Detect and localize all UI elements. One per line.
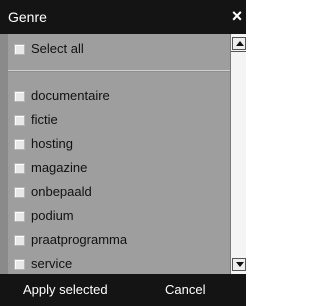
genre-checkbox[interactable] [14,210,25,222]
genre-label: hosting [31,136,73,151]
genre-option-documentaire[interactable]: documentaire [14,85,224,107]
genre-list-panel: Select all documentaire fictie hosting m… [0,34,246,274]
scrollbar-thumb-edge [231,51,246,52]
genre-option-service[interactable]: service [14,253,224,275]
genre-checkbox[interactable] [14,186,25,198]
apply-selected-button[interactable]: Apply selected [23,282,108,298]
scroll-up-button[interactable] [232,37,246,50]
genre-label: magazine [31,160,88,175]
genre-label: praatprogramma [31,232,128,247]
genre-label: service [31,256,73,271]
genre-checkbox[interactable] [14,162,25,174]
chevron-down-icon [236,262,244,267]
chevron-up-icon [236,41,244,46]
select-all-checkbox[interactable] [14,43,25,55]
genre-option-fictie[interactable]: fictie [14,109,224,131]
list-scrollbar[interactable] [230,34,246,274]
dialog-footer: Apply selected Cancel [0,274,246,306]
genre-checkbox[interactable] [14,138,25,150]
genre-checkbox[interactable] [14,258,25,270]
genre-label: podium [31,208,74,223]
cancel-button[interactable]: Cancel [165,282,205,298]
genre-option-podium[interactable]: podium [14,205,224,227]
genre-option-hosting[interactable]: hosting [14,133,224,155]
genre-checkbox[interactable] [14,234,25,246]
panel-edge [0,34,8,274]
genre-checkbox[interactable] [14,90,25,102]
genre-filter-dialog: Genre × Select all documentaire fictie h… [0,0,246,306]
genre-checkbox[interactable] [14,114,25,126]
list-divider [8,70,230,72]
select-all-label: Select all [31,41,84,56]
genre-label: onbepaald [31,184,92,199]
dialog-title: Genre [8,9,47,25]
genre-option-praatprogramma[interactable]: praatprogramma [14,229,224,251]
scroll-down-button[interactable] [232,258,246,271]
select-all-option[interactable]: Select all [14,38,224,60]
genre-label: fictie [31,112,58,127]
close-icon[interactable]: × [229,6,245,26]
genre-label: documentaire [31,88,110,103]
dialog-titlebar: Genre × [0,0,246,34]
genre-option-onbepaald[interactable]: onbepaald [14,181,224,203]
genre-option-magazine[interactable]: magazine [14,157,224,179]
